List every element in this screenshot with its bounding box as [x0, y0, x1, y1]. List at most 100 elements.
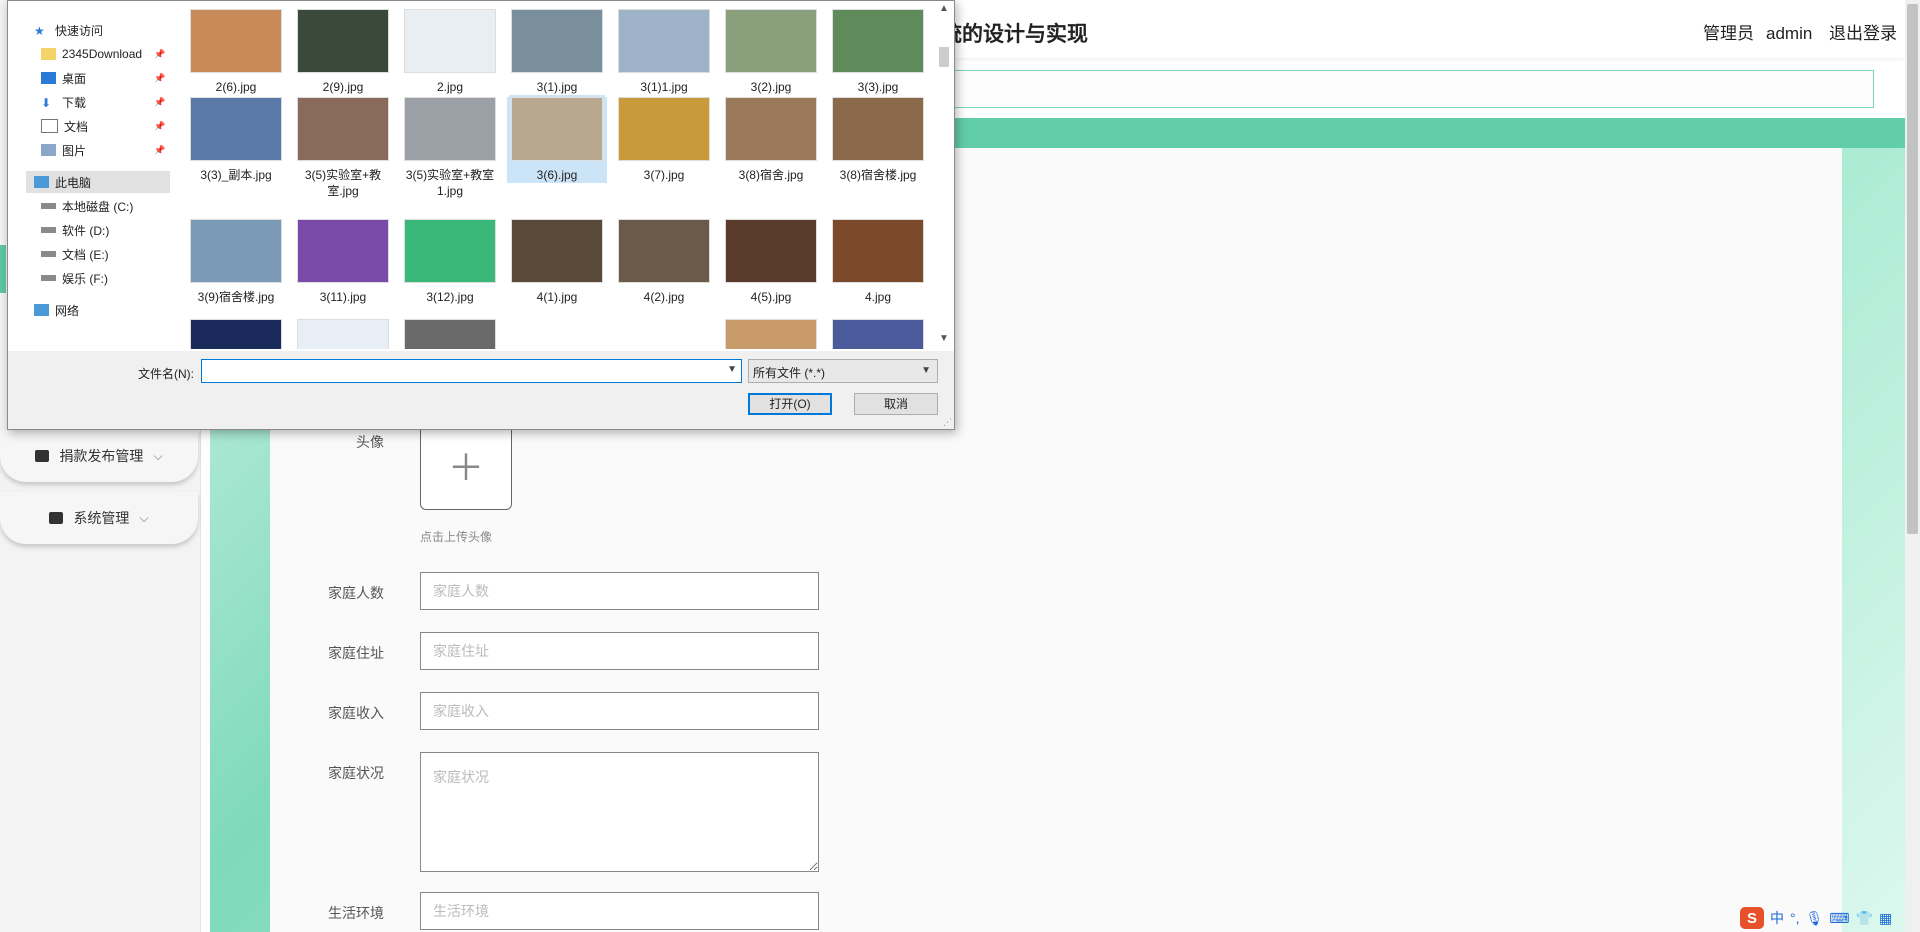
- file-item[interactable]: 3(11).jpg: [293, 219, 393, 305]
- microphone-icon[interactable]: 🎙: [1806, 910, 1824, 927]
- family-income-input[interactable]: [420, 692, 819, 730]
- file-thumbnail: [190, 219, 282, 283]
- file-name: 2(6).jpg: [215, 80, 257, 94]
- drive-icon: [41, 251, 56, 257]
- resize-grip-icon[interactable]: ⋰: [943, 417, 952, 428]
- file-item[interactable]: 3(8)宿舍.jpg: [721, 97, 821, 183]
- file-name: 3(1)1.jpg: [640, 80, 688, 94]
- file-name: 4(1).jpg: [536, 290, 578, 304]
- skin-icon[interactable]: 👕: [1856, 910, 1873, 927]
- file-item[interactable]: 3(5)实验室+教室.jpg: [293, 97, 393, 199]
- file-thumbnail: [832, 319, 924, 349]
- nav-documents[interactable]: 文档: [41, 115, 88, 137]
- family-address-input[interactable]: [420, 632, 819, 670]
- nav-quick-access[interactable]: ★ 快速访问: [34, 19, 103, 41]
- chevron-down-icon[interactable]: ▼: [727, 364, 737, 375]
- file-thumbnail: [297, 9, 389, 73]
- keyboard-icon[interactable]: ⌨: [1829, 910, 1849, 927]
- file-item[interactable]: 3(12).jpg: [400, 219, 500, 305]
- family-situation-textarea[interactable]: [420, 752, 819, 872]
- file-item[interactable]: 2(6).jpg: [186, 9, 286, 95]
- logout-link[interactable]: 退出登录: [1829, 24, 1897, 43]
- field-label-family-size: 家庭人数: [328, 585, 384, 601]
- nav-network[interactable]: 网络: [34, 299, 79, 321]
- file-name: 3(8)宿舍.jpg: [738, 168, 804, 182]
- file-list-scrollbar[interactable]: ▲ ▼: [936, 1, 952, 351]
- file-item[interactable]: 4(5).jpg: [721, 219, 821, 305]
- family-size-input[interactable]: [420, 572, 819, 610]
- file-item[interactable]: 3(9)宿舍楼.jpg: [186, 219, 286, 305]
- nav-desktop[interactable]: 桌面: [41, 67, 86, 89]
- file-thumbnail: [832, 9, 924, 73]
- sidebar-item-system[interactable]: 系统管理 ⌵: [0, 492, 198, 544]
- ime-mode[interactable]: 中: [1770, 908, 1784, 928]
- file-item[interactable]: 2.jpg: [400, 9, 500, 95]
- nav-drive-c[interactable]: 本地磁盘 (C:): [41, 195, 133, 217]
- scroll-down-icon[interactable]: ▼: [939, 333, 949, 344]
- living-environment-input[interactable]: [420, 892, 819, 930]
- file-item[interactable]: 3(8)宿舍楼.jpg: [828, 97, 928, 183]
- nav-label: 图片: [62, 143, 87, 158]
- file-item[interactable]: 4(2).jpg: [614, 219, 714, 305]
- nav-downloads[interactable]: ⬇ 下载: [41, 91, 86, 113]
- filename-label: 文件名(N):: [138, 367, 194, 381]
- nav-this-pc[interactable]: 此电脑: [26, 171, 170, 193]
- nav-label: 网络: [55, 303, 80, 318]
- file-name: 3(3)_副本.jpg: [200, 168, 272, 182]
- file-name: 3(6).jpg: [536, 168, 578, 182]
- file-item[interactable]: 3(1)1.jpg: [614, 9, 714, 95]
- file-thumbnail: [832, 219, 924, 283]
- nav-pictures[interactable]: 图片: [41, 139, 86, 161]
- file-item[interactable]: 3(2).jpg: [721, 9, 821, 95]
- nav-drive-e[interactable]: 文档 (E:): [41, 243, 109, 265]
- nav-drive-d[interactable]: 软件 (D:): [41, 219, 109, 241]
- file-item-partial[interactable]: [293, 319, 393, 349]
- file-item[interactable]: 2(9).jpg: [293, 9, 393, 95]
- punctuation-icon[interactable]: °,: [1790, 910, 1800, 926]
- pin-icon: 📌: [154, 97, 166, 107]
- file-thumbnail: [618, 9, 710, 73]
- file-thumbnail: [509, 95, 605, 163]
- file-name: 3(8)宿舍楼.jpg: [839, 168, 917, 182]
- file-item-partial[interactable]: [721, 319, 821, 349]
- avatar-label: 头像: [356, 434, 384, 450]
- folder-icon: [41, 48, 56, 60]
- nav-label: 快速访问: [55, 23, 104, 38]
- file-item[interactable]: 4.jpg: [828, 219, 928, 305]
- file-item[interactable]: 3(3).jpg: [828, 9, 928, 95]
- file-item[interactable]: 3(5)实验室+教室1.jpg: [400, 97, 500, 199]
- cancel-button[interactable]: 取消: [854, 393, 938, 415]
- filetype-select[interactable]: 所有文件 (*.*) ▼: [748, 359, 938, 383]
- open-button[interactable]: 打开(O): [748, 393, 832, 415]
- file-thumbnail: [190, 319, 282, 349]
- nav-label: 桌面: [62, 71, 87, 86]
- file-item[interactable]: 3(1).jpg: [507, 9, 607, 95]
- file-item[interactable]: 3(3)_副本.jpg: [186, 97, 286, 183]
- scroll-up-icon[interactable]: ▲: [939, 3, 949, 14]
- file-item[interactable]: 3(6).jpg: [507, 95, 607, 183]
- file-list-scrollbar-thumb[interactable]: [939, 47, 949, 67]
- nav-drive-f[interactable]: 娱乐 (F:): [41, 267, 108, 289]
- file-name: 4(2).jpg: [643, 290, 685, 304]
- file-thumbnail: [404, 9, 496, 73]
- page-scrollbar-thumb[interactable]: [1907, 4, 1918, 534]
- user-info: 管理员 admin 退出登录: [1703, 19, 1909, 44]
- monitor-icon: [49, 512, 64, 524]
- nav-2345download[interactable]: 2345Download: [41, 43, 142, 65]
- file-item[interactable]: 3(7).jpg: [614, 97, 714, 183]
- file-item[interactable]: 4(1).jpg: [507, 219, 607, 305]
- file-thumbnail: [404, 219, 496, 283]
- file-thumbnail: [511, 9, 603, 73]
- pin-icon: 📌: [154, 145, 166, 155]
- filename-input[interactable]: ▼: [201, 359, 742, 383]
- file-item-partial[interactable]: [828, 319, 928, 349]
- avatar-upload-button[interactable]: ＋: [420, 420, 512, 510]
- nav-label: 文档 (E:): [62, 247, 109, 262]
- file-item-partial[interactable]: [186, 319, 286, 349]
- plus-icon: ＋: [447, 447, 484, 488]
- network-icon: [34, 304, 49, 316]
- ime-toolbar[interactable]: S 中 °, 🎙 ⌨ 👕 ▦: [1740, 906, 1892, 930]
- file-item-partial[interactable]: [400, 319, 500, 349]
- grid-icon[interactable]: ▦: [1879, 910, 1892, 927]
- sidebar-item-donation-publish[interactable]: 捐款发布管理 ⌵: [0, 430, 198, 482]
